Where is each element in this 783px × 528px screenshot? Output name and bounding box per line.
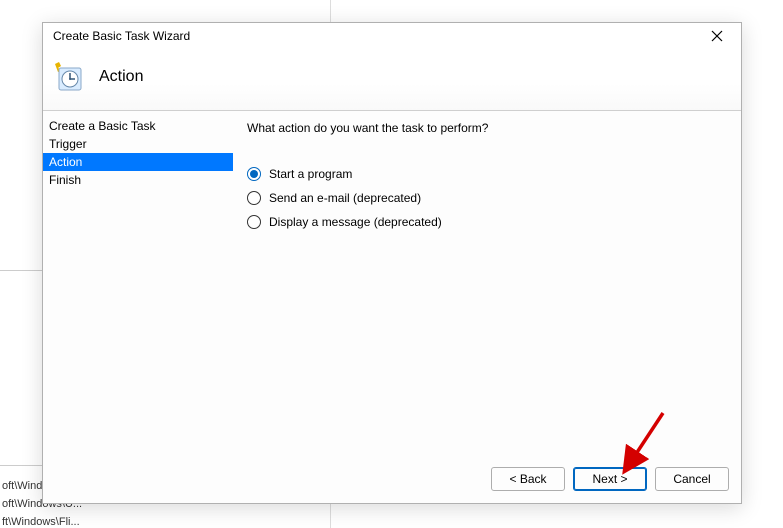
sidebar-item-action[interactable]: Action bbox=[43, 153, 233, 171]
wizard-footer: < Back Next > Cancel bbox=[43, 461, 741, 503]
cancel-button[interactable]: Cancel bbox=[655, 467, 729, 491]
close-button[interactable] bbox=[703, 26, 731, 46]
dialog-title: Create Basic Task Wizard bbox=[53, 29, 190, 43]
wizard-clock-icon bbox=[51, 60, 83, 92]
sidebar-item-trigger[interactable]: Trigger bbox=[43, 135, 233, 153]
wizard-sidebar: Create a Basic Task Trigger Action Finis… bbox=[43, 111, 233, 461]
wizard-content: What action do you want the task to perf… bbox=[233, 111, 741, 461]
close-icon bbox=[711, 30, 723, 42]
next-button[interactable]: Next > bbox=[573, 467, 647, 491]
titlebar: Create Basic Task Wizard bbox=[43, 23, 741, 45]
radio-start-program[interactable]: Start a program bbox=[247, 167, 727, 181]
step-heading: Action bbox=[99, 68, 143, 86]
wizard-dialog: Create Basic Task Wizard Action Create a… bbox=[42, 22, 742, 504]
bg-path-1: oft\Wind bbox=[2, 480, 42, 492]
radio-label: Start a program bbox=[269, 167, 352, 181]
back-button[interactable]: < Back bbox=[491, 467, 565, 491]
radio-label: Display a message (deprecated) bbox=[269, 215, 442, 229]
radio-label: Send an e-mail (deprecated) bbox=[269, 191, 421, 205]
sidebar-item-create-basic-task[interactable]: Create a Basic Task bbox=[43, 117, 233, 135]
radio-icon bbox=[247, 215, 261, 229]
radio-icon bbox=[247, 191, 261, 205]
radio-send-email[interactable]: Send an e-mail (deprecated) bbox=[247, 191, 727, 205]
bg-path-3: ft\Windows\Fli... bbox=[2, 516, 80, 528]
radio-display-message[interactable]: Display a message (deprecated) bbox=[247, 215, 727, 229]
action-prompt: What action do you want the task to perf… bbox=[247, 121, 727, 135]
wizard-header: Action bbox=[43, 45, 741, 111]
sidebar-item-finish[interactable]: Finish bbox=[43, 171, 233, 189]
radio-icon bbox=[247, 167, 261, 181]
wizard-body: Create a Basic Task Trigger Action Finis… bbox=[43, 111, 741, 461]
